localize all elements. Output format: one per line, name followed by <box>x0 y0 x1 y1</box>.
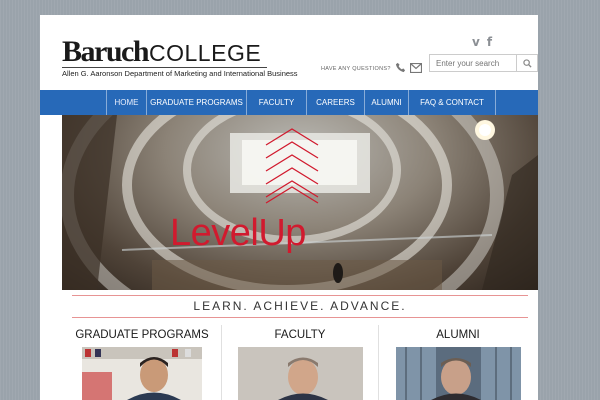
tagline-divider-top <box>72 295 528 296</box>
nav-faculty[interactable]: FACULTY <box>246 90 306 115</box>
column-title: FACULTY <box>274 329 326 341</box>
hero-banner[interactable]: LevelUp <box>62 115 538 290</box>
column-graduate-programs[interactable]: GRADUATE PROGRAMS <box>63 323 221 400</box>
nav-alumni[interactable]: ALUMNI <box>364 90 408 115</box>
contact-block: HAVE ANY QUESTIONS? <box>321 60 422 78</box>
hero-staircase-image <box>62 115 538 290</box>
column-faculty[interactable]: FACULTY <box>221 323 379 400</box>
phone-icon[interactable] <box>395 60 406 78</box>
tagline-divider-bottom <box>72 317 528 318</box>
contact-text: HAVE ANY QUESTIONS? <box>321 66 391 72</box>
logo-department-text: Allen G. Aaronson Department of Marketin… <box>62 67 298 78</box>
nav-faq-contact[interactable]: FAQ & CONTACT <box>408 90 496 115</box>
column-photo[interactable] <box>395 347 521 400</box>
page-container: Baruch COLLEGE Allen G. Aaronson Departm… <box>40 15 538 400</box>
site-logo[interactable]: Baruch COLLEGE Allen G. Aaronson Departm… <box>62 37 298 78</box>
logo-college-text: COLLEGE <box>149 40 262 66</box>
facebook-icon[interactable]: f <box>487 35 492 49</box>
search-box <box>429 54 538 72</box>
logo-baruch-text: Baruch <box>62 35 150 68</box>
social-links: v f <box>472 35 492 49</box>
vimeo-icon[interactable]: v <box>472 35 480 49</box>
logo-wordmark: Baruch COLLEGE <box>62 37 267 68</box>
column-photo[interactable] <box>82 347 202 400</box>
search-input[interactable] <box>430 55 516 71</box>
column-photo[interactable] <box>237 347 363 400</box>
search-button[interactable] <box>516 55 537 71</box>
hero-title: LevelUp <box>170 212 306 254</box>
column-alumni[interactable]: ALUMNI <box>379 323 537 400</box>
main-nav: HOME GRADUATE PROGRAMS FACULTY CAREERS A… <box>40 90 538 115</box>
tagline-text: LEARN. ACHIEVE. ADVANCE. <box>193 299 407 313</box>
nav-graduate-programs[interactable]: GRADUATE PROGRAMS <box>146 90 246 115</box>
email-icon[interactable] <box>409 60 422 78</box>
nav-home[interactable]: HOME <box>106 90 146 115</box>
tagline-block: LEARN. ACHIEVE. ADVANCE. <box>62 295 538 318</box>
nav-careers[interactable]: CAREERS <box>306 90 364 115</box>
column-title: GRADUATE PROGRAMS <box>75 329 209 341</box>
column-title: ALUMNI <box>436 329 480 341</box>
search-icon <box>522 58 532 68</box>
